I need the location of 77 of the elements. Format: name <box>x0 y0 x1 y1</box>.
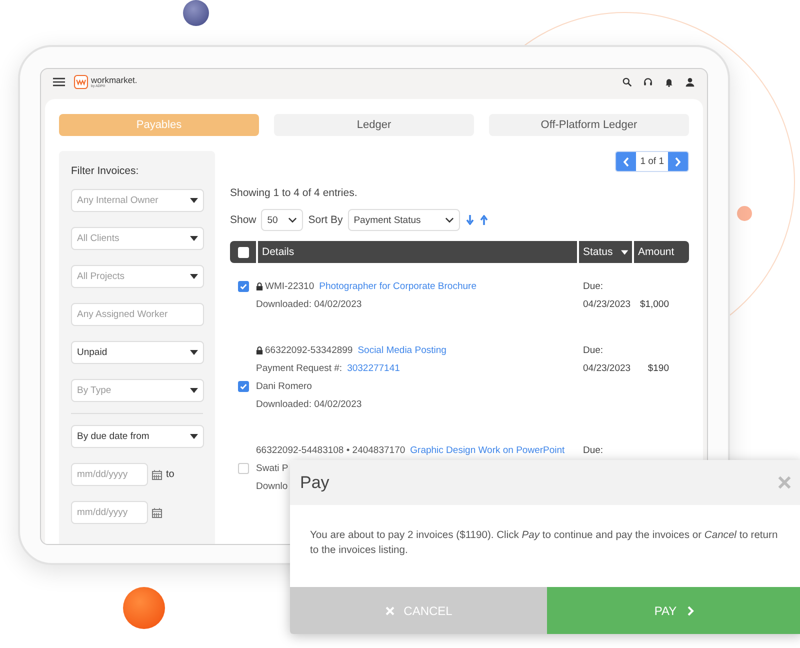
chevron-right-icon <box>675 156 681 166</box>
logo-text: workmarket. <box>91 76 138 84</box>
invoice-detail: 66322092-54483108 • 2404837170 <box>256 444 406 456</box>
invoice-detail: Swati P <box>256 462 288 474</box>
chevron-left-icon <box>623 156 630 166</box>
pay-button[interactable]: PAY <box>547 587 800 634</box>
due-date: 04/23/2023 <box>583 298 631 310</box>
decorative-circle <box>737 206 752 221</box>
due-label: Due: <box>583 444 604 456</box>
invoice-link[interactable]: 3032277141 <box>347 362 400 374</box>
decorative-circle <box>123 587 165 629</box>
dialog-message: You are about to pay 2 invoices ($1190). Click Pay to continue and pay the invoices or Cancel to return to the invoices listing. <box>309 529 779 558</box>
tab[interactable]: Ledger <box>274 114 474 136</box>
invoice-link[interactable]: Photographer for Corporate Brochure <box>319 280 476 292</box>
filter-title: Filter Invoices: <box>71 165 140 177</box>
show-label: Show <box>230 214 256 226</box>
bell-icon[interactable] <box>664 77 674 87</box>
logo-icon <box>74 75 88 89</box>
select-all-checkbox[interactable] <box>238 246 248 258</box>
filter-input[interactable]: Any Assigned Worker <box>71 303 204 326</box>
calendar-icon[interactable] <box>152 508 162 518</box>
invoice-link[interactable]: Social Media Posting <box>358 344 446 356</box>
invoice-detail: WMI-22310 <box>265 280 314 292</box>
caret-icon <box>190 274 198 279</box>
filter-dropdown[interactable]: All Clients <box>71 227 204 250</box>
entries-summary: Showing 1 to 4 of 4 entries. <box>230 187 358 199</box>
filter-dropdown[interactable]: By Type <box>71 379 204 402</box>
caret-icon <box>620 250 628 254</box>
filter-dropdown[interactable]: All Projects <box>71 265 204 288</box>
invoice-detail: Downloaded: 04/02/2023 <box>256 398 362 410</box>
caret-icon <box>190 434 198 439</box>
filter-dropdown[interactable]: Any Internal Owner <box>71 189 204 212</box>
search-icon[interactable] <box>622 77 632 87</box>
caret-icon <box>190 236 198 241</box>
chevron-down-icon <box>288 217 298 223</box>
x-icon <box>384 606 395 616</box>
invoice-link[interactable]: Graphic Design Work on PowerPoint <box>410 444 565 456</box>
chevron-right-icon <box>686 606 696 616</box>
due-label: Due: <box>583 280 604 292</box>
filter-dropdown[interactable]: By due date from <box>71 425 204 448</box>
invoice-detail: Downloaded: 04/02/2023 <box>256 298 362 310</box>
column-header[interactable]: Status <box>579 241 632 263</box>
caret-icon <box>190 198 198 203</box>
caret-icon <box>190 350 198 355</box>
date-field[interactable]: mm/dd/yyyy <box>71 501 148 524</box>
column-header: Details <box>258 241 577 263</box>
dialog-title: Pay <box>300 472 330 492</box>
filter-dropdown[interactable]: Unpaid <box>71 341 204 364</box>
calendar-icon[interactable] <box>152 470 162 480</box>
invoice-detail: Downlo <box>256 480 288 492</box>
date-field[interactable]: mm/dd/yyyy <box>71 463 148 486</box>
column-header: Amount <box>634 241 689 263</box>
tab[interactable]: Off-Platform Ledger <box>489 114 689 136</box>
date-range-label: to <box>166 469 174 480</box>
caret-icon <box>190 388 198 393</box>
chevron-down-icon <box>444 217 454 223</box>
headset-icon[interactable] <box>643 77 653 87</box>
decorative-circle <box>183 0 209 26</box>
invoice-detail: 66322092-53342899 <box>265 344 353 356</box>
invoice-detail: Payment Request #: <box>256 362 342 374</box>
due-label: Due: <box>583 344 604 356</box>
sort-ascending-icon[interactable] <box>480 215 488 225</box>
sort-label: Sort By <box>308 214 343 226</box>
invoice-amount: $1,000 <box>640 298 669 310</box>
previous-page-button[interactable] <box>616 152 636 171</box>
invoice-amount: $190 <box>648 362 669 374</box>
row-checkbox[interactable] <box>238 462 248 474</box>
page-size-dropdown[interactable]: 50 <box>261 209 304 231</box>
row-checkbox[interactable] <box>238 280 248 292</box>
invoice-detail: Dani Romero <box>256 380 312 392</box>
row-checkbox[interactable] <box>238 380 248 392</box>
due-date: 04/23/2023 <box>583 362 631 374</box>
user-icon[interactable] <box>685 77 695 87</box>
menu-icon[interactable] <box>53 77 65 87</box>
sort-dropdown[interactable]: Payment Status <box>348 209 460 231</box>
next-page-button[interactable] <box>668 152 688 171</box>
sort-descending-icon[interactable] <box>466 215 474 225</box>
